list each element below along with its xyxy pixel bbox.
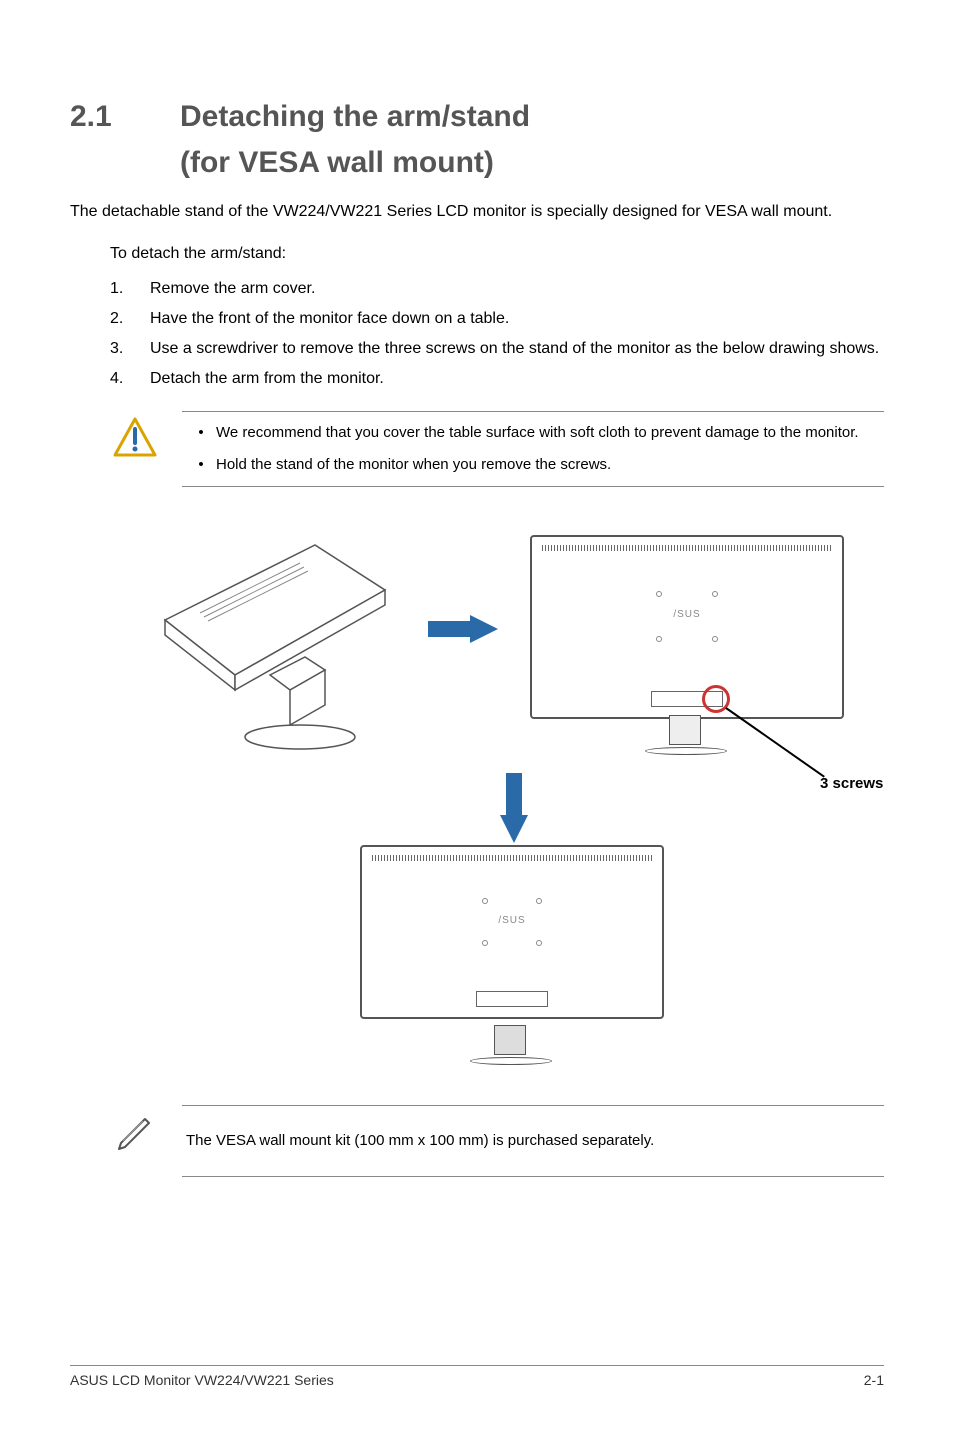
intro-paragraph: The detachable stand of the VW224/VW221 … bbox=[70, 200, 884, 223]
caution-box: •We recommend that you cover the table s… bbox=[110, 411, 884, 487]
caution-icon bbox=[110, 411, 160, 462]
section-number: 2.1 bbox=[70, 100, 180, 134]
monitor-isometric-view bbox=[140, 525, 400, 765]
step-4: 4.Detach the arm from the monitor. bbox=[110, 367, 884, 391]
diagram: /SUS 3 screws /SUS bbox=[130, 515, 884, 1075]
screws-label: 3 screws bbox=[820, 775, 883, 792]
step-2: 2.Have the front of the monitor face dow… bbox=[110, 307, 884, 331]
section-heading: 2.1Detaching the arm/stand (for VESA wal… bbox=[70, 100, 884, 180]
monitor-back-view-detached: /SUS bbox=[360, 845, 664, 1019]
page-footer: ASUS LCD Monitor VW224/VW221 Series 2-1 bbox=[70, 1365, 884, 1388]
info-content: The VESA wall mount kit (100 mm x 100 mm… bbox=[182, 1105, 884, 1177]
caution-content: •We recommend that you cover the table s… bbox=[182, 411, 884, 487]
footer-right: 2-1 bbox=[864, 1372, 884, 1388]
note-icon bbox=[110, 1105, 160, 1156]
info-box: The VESA wall mount kit (100 mm x 100 mm… bbox=[110, 1105, 884, 1177]
monitor-stand-top bbox=[645, 715, 725, 755]
subheading: To detach the arm/stand: bbox=[110, 245, 884, 263]
page: 2.1Detaching the arm/stand (for VESA wal… bbox=[0, 0, 954, 1438]
section-title-line2: (for VESA wall mount) bbox=[180, 146, 884, 180]
footer-left: ASUS LCD Monitor VW224/VW221 Series bbox=[70, 1372, 334, 1388]
monitor-back-view-with-stand: /SUS bbox=[530, 535, 844, 719]
caution-note-2: •Hold the stand of the monitor when you … bbox=[186, 454, 880, 476]
monitor-stand-detached bbox=[470, 1025, 550, 1065]
info-text: The VESA wall mount kit (100 mm x 100 mm… bbox=[186, 1132, 654, 1149]
caution-note-1: •We recommend that you cover the table s… bbox=[186, 422, 880, 444]
arrow-down-icon bbox=[500, 815, 528, 843]
step-3: 3.Use a screwdriver to remove the three … bbox=[110, 337, 884, 361]
arrow-right-icon bbox=[470, 615, 498, 643]
section-title-line1: Detaching the arm/stand bbox=[180, 100, 530, 134]
step-1: 1.Remove the arm cover. bbox=[110, 277, 884, 301]
steps-list: 1.Remove the arm cover. 2.Have the front… bbox=[110, 277, 884, 391]
